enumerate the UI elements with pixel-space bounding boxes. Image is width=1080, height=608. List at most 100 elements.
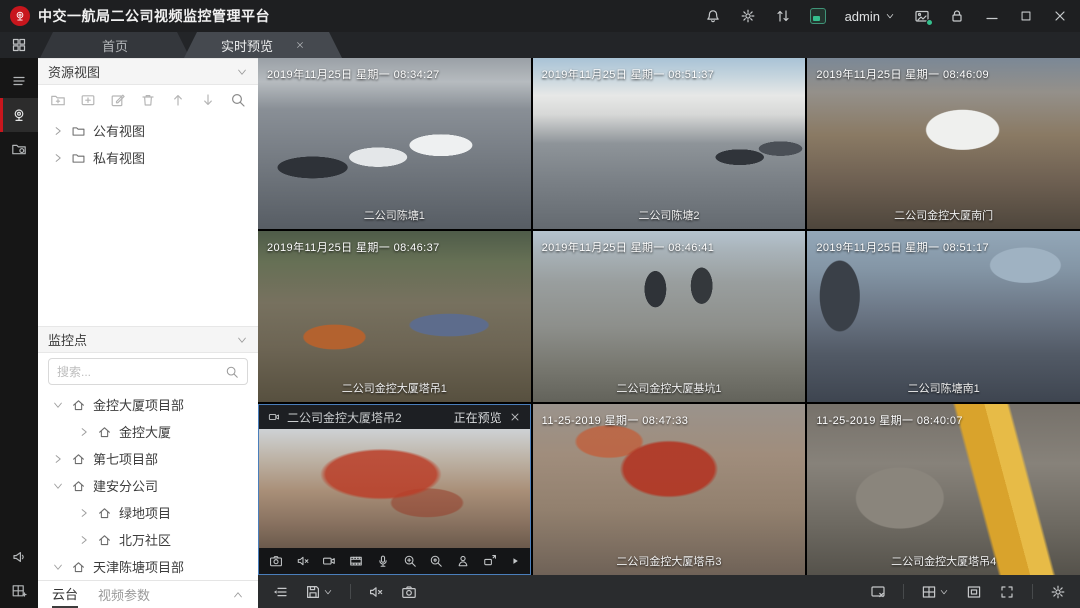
delete-icon[interactable]: [140, 92, 156, 108]
camera-tree-icon[interactable]: [0, 98, 38, 132]
resource-view-header[interactable]: 资源视图: [38, 58, 258, 85]
layout-grid-icon[interactable]: [921, 584, 949, 600]
theme-icon[interactable]: [810, 8, 826, 24]
left-panel: 资源视图 公有视图: [38, 58, 258, 608]
video-tile-3[interactable]: 2019年11月25日 星期一 08:46:09 二公司金控大厦南门: [807, 58, 1080, 229]
video-feed: [533, 404, 806, 575]
add-view-icon[interactable]: [80, 92, 96, 108]
snapshot-icon[interactable]: [269, 554, 283, 568]
instant-playback-icon[interactable]: [349, 554, 363, 568]
home-icon: [71, 560, 86, 574]
camera-timestamp: 2019年11月25日 星期一 08:51:37: [542, 66, 715, 82]
digital-zoom-icon[interactable]: [403, 554, 417, 568]
tab-label: 实时预览: [221, 36, 273, 55]
tab-close-icon[interactable]: [295, 40, 305, 50]
save-view-icon[interactable]: [305, 584, 333, 600]
camera-name-overlay: 二公司金控大厦塔吊4: [807, 553, 1080, 569]
monitor-points-header[interactable]: 监控点: [38, 326, 258, 353]
close-icon[interactable]: [1052, 8, 1068, 24]
wall-add-icon[interactable]: [0, 574, 38, 608]
add-group-icon[interactable]: [50, 92, 66, 108]
monitor-points-tree: 金控大厦项目部 金控大厦 第七项目部 建安分公司: [38, 389, 258, 580]
chevron-right-icon[interactable]: [52, 125, 64, 137]
chevron-up-icon[interactable]: [232, 589, 244, 601]
app-window: 中交一航局二公司视频监控管理平台 admin 首页 实时预览: [0, 0, 1080, 608]
video-tile-2[interactable]: 2019年11月25日 星期一 08:51:37 二公司陈塘2: [533, 58, 806, 229]
video-tile-5[interactable]: 2019年11月25日 星期一 08:46:41 二公司金控大厦基坑1: [533, 231, 806, 402]
chevron-right-icon[interactable]: [78, 534, 90, 546]
camera-name-overlay: 二公司金控大厦基坑1: [533, 380, 806, 396]
video-tile-4[interactable]: 2019年11月25日 星期一 08:46:37 二公司金控大厦塔吊1: [258, 231, 531, 402]
mute-all-icon[interactable]: [368, 584, 384, 600]
zoom-3d-icon[interactable]: [429, 554, 443, 568]
user-menu[interactable]: admin: [845, 9, 895, 24]
stream-list-icon[interactable]: [272, 584, 288, 600]
tree-item-public-views[interactable]: 公有视图: [38, 117, 258, 144]
chevron-down-icon[interactable]: [52, 399, 64, 411]
camera-name-overlay: 二公司陈塘南1: [807, 380, 1080, 396]
tab-ptz[interactable]: 云台: [52, 581, 78, 608]
tab-home[interactable]: 首页: [40, 32, 190, 58]
view-folder-icon[interactable]: [0, 132, 38, 166]
main-area: 资源视图 公有视图: [0, 58, 1080, 608]
video-tile-9[interactable]: 11-25-2019 星期一 08:40:07 二公司金控大厦塔吊4: [807, 404, 1080, 575]
tree-item-site[interactable]: 北万社区: [38, 526, 258, 553]
move-up-icon[interactable]: [170, 92, 186, 108]
talk-mic-icon[interactable]: [376, 554, 390, 568]
search-input[interactable]: [57, 365, 219, 379]
single-screen-icon[interactable]: [966, 584, 982, 600]
tab-live-preview[interactable]: 实时预览: [184, 32, 342, 58]
tree-item-private-views[interactable]: 私有视图: [38, 144, 258, 171]
ptz-icon[interactable]: [483, 554, 497, 568]
video-tile-8[interactable]: 11-25-2019 星期一 08:47:33 二公司金控大厦塔吊3: [533, 404, 806, 575]
bell-icon[interactable]: [705, 8, 721, 24]
mute-icon[interactable]: [296, 554, 310, 568]
chevron-down-icon[interactable]: [52, 561, 64, 573]
chevron-down-icon[interactable]: [52, 480, 64, 492]
apps-grid-icon[interactable]: [0, 32, 38, 58]
tab-label: 云台: [52, 584, 78, 603]
menu-icon[interactable]: [0, 64, 38, 98]
camera-name-overlay: 二公司金控大厦南门: [807, 207, 1080, 223]
tree-item-site[interactable]: 金控大厦: [38, 418, 258, 445]
section-title: 资源视图: [48, 62, 100, 81]
chevron-right-icon[interactable]: [78, 507, 90, 519]
fullscreen-icon[interactable]: [999, 584, 1015, 600]
tab-video-params[interactable]: 视频参数: [98, 581, 150, 608]
transfer-icon[interactable]: [775, 8, 791, 24]
close-icon[interactable]: [509, 411, 521, 423]
more-icon[interactable]: [510, 556, 520, 566]
minimize-icon[interactable]: [984, 8, 1000, 24]
settings-icon[interactable]: [1050, 584, 1066, 600]
app-logo-icon: [10, 6, 30, 26]
broadcast-icon[interactable]: [0, 540, 38, 574]
tree-item-site[interactable]: 天津陈塘项目部: [38, 553, 258, 580]
preview-status-badge: 正在预览: [454, 409, 502, 426]
settings-icon[interactable]: [740, 8, 756, 24]
video-tile-6[interactable]: 2019年11月25日 星期一 08:51:17 二公司陈塘南1: [807, 231, 1080, 402]
record-icon[interactable]: [322, 554, 336, 568]
snapshot-all-icon[interactable]: [401, 584, 417, 600]
chevron-right-icon[interactable]: [52, 152, 64, 164]
tree-item-label: 天津陈塘项目部: [93, 557, 184, 576]
search-icon[interactable]: [225, 365, 239, 379]
search-icon[interactable]: [230, 92, 246, 108]
screenshot-icon[interactable]: [914, 8, 930, 24]
lock-icon[interactable]: [949, 8, 965, 24]
video-tile-7-selected[interactable]: 二公司金控大厦塔吊2 正在预览: [258, 404, 531, 575]
tree-item-site[interactable]: 金控大厦项目部: [38, 391, 258, 418]
chevron-right-icon[interactable]: [78, 426, 90, 438]
tree-item-site[interactable]: 建安分公司: [38, 472, 258, 499]
move-down-icon[interactable]: [200, 92, 216, 108]
preset-icon[interactable]: [456, 554, 470, 568]
chevron-right-icon[interactable]: [52, 453, 64, 465]
maximize-icon[interactable]: [1019, 9, 1033, 23]
close-all-icon[interactable]: [870, 584, 886, 600]
edit-icon[interactable]: [110, 92, 126, 108]
tree-item-site[interactable]: 绿地项目: [38, 499, 258, 526]
tree-item-site[interactable]: 第七项目部: [38, 445, 258, 472]
left-rail: [0, 58, 38, 608]
home-icon: [71, 479, 86, 493]
video-tile-1[interactable]: 2019年11月25日 星期一 08:34:27 二公司陈塘1: [258, 58, 531, 229]
camera-timestamp: 2019年11月25日 星期一 08:34:27: [267, 66, 440, 82]
